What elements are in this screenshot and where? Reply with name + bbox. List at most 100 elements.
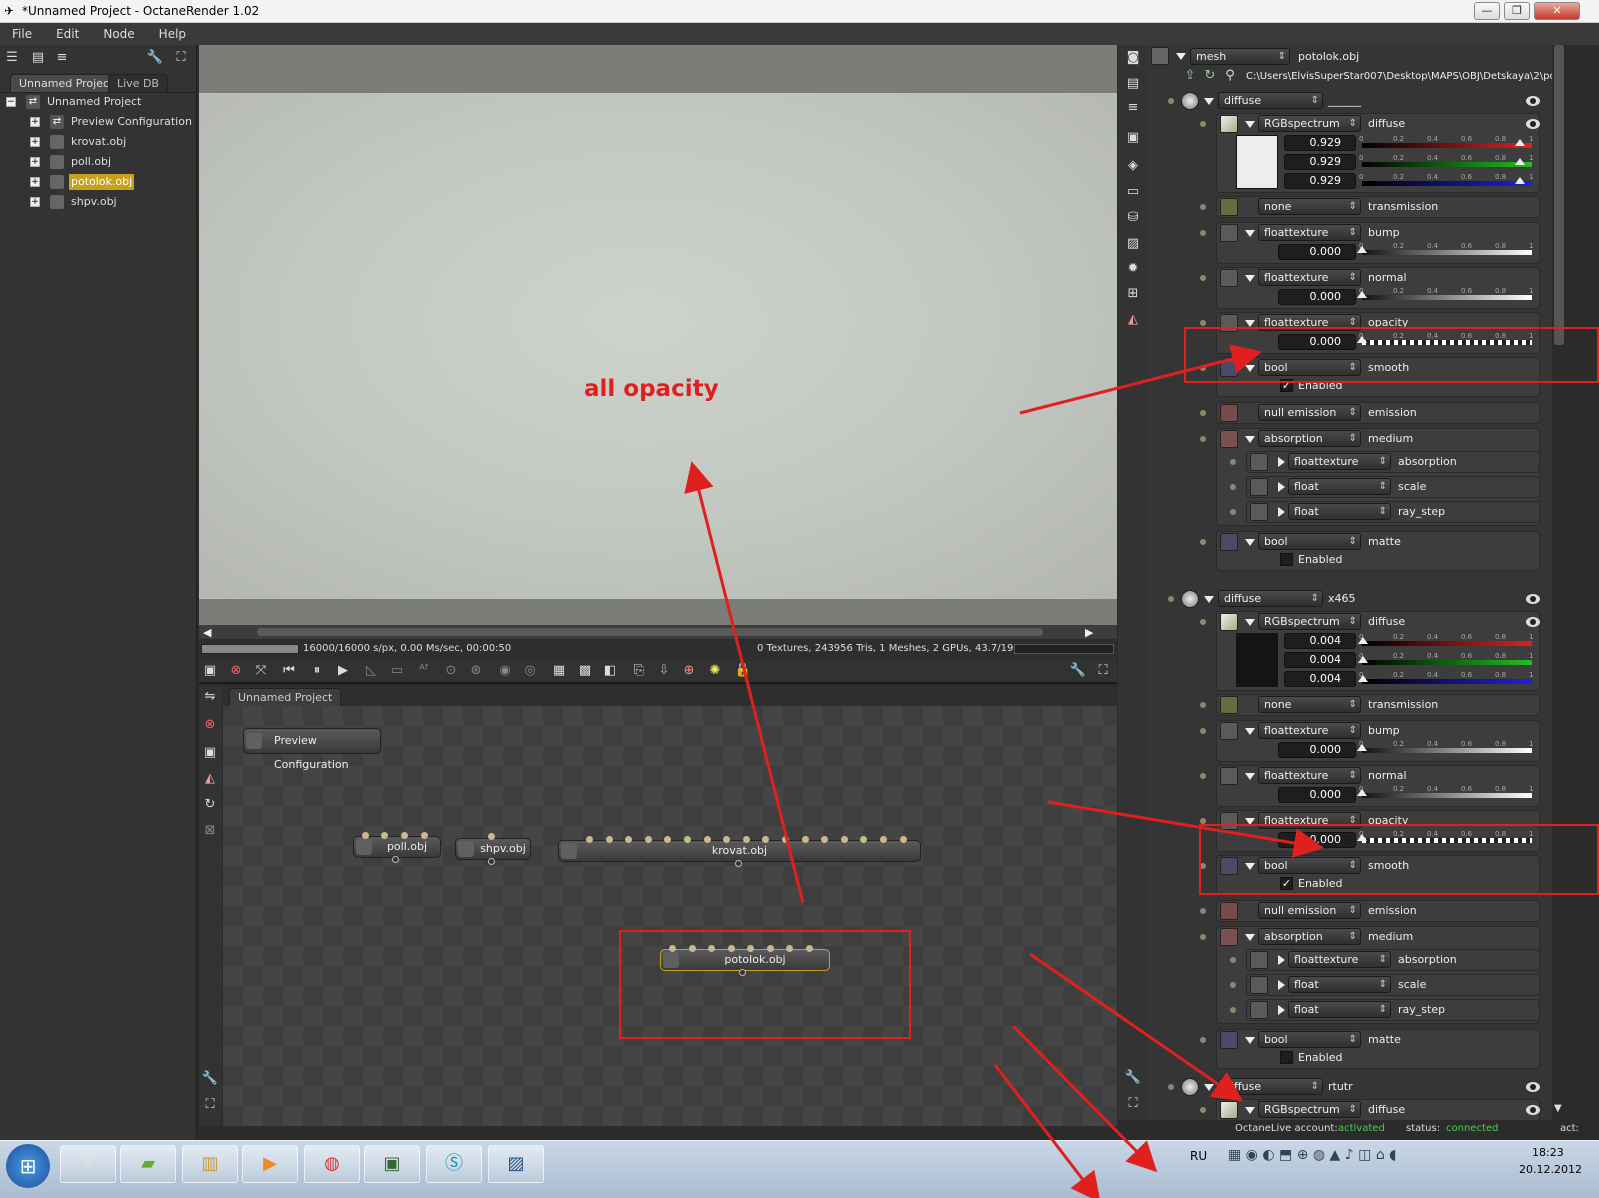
connector-dot[interactable] — [1200, 619, 1206, 625]
node-shpv[interactable]: shpv.obj — [455, 838, 531, 860]
collapse-icon[interactable]: − — [6, 97, 16, 107]
connector-dot[interactable] — [1230, 1007, 1236, 1013]
slider-knob[interactable] — [1357, 637, 1368, 644]
expand-arrow-icon[interactable] — [1278, 457, 1285, 467]
nodes-icon[interactable]: ⊞ — [1124, 285, 1142, 303]
wrench-icon[interactable]: 🔧 — [1124, 1069, 1142, 1087]
connector-dot[interactable] — [1200, 410, 1206, 416]
picture-icon[interactable]: ▨ — [1124, 235, 1142, 253]
taskbar-skype-icon[interactable]: Ⓢ — [426, 1145, 482, 1183]
connector-dot[interactable] — [1230, 509, 1236, 515]
type-select[interactable]: null emission — [1258, 404, 1361, 421]
color-swatch[interactable] — [1236, 135, 1278, 189]
normal-slider[interactable]: 0 0.2 0.4 0.6 0.8 1 — [1357, 785, 1533, 799]
connector-dot[interactable] — [1200, 436, 1206, 442]
expand-arrow-icon[interactable] — [1245, 539, 1255, 546]
visibility-eye-icon[interactable] — [1526, 96, 1540, 106]
expand-arrow-icon[interactable] — [1245, 275, 1255, 282]
node-graph-canvas[interactable]: Preview Configuration poll.obj shpv.obj … — [223, 706, 1117, 1126]
type-select[interactable]: null emission — [1258, 902, 1361, 919]
expand-arrow-icon[interactable] — [1278, 955, 1285, 965]
color-channel-g-input[interactable]: 0.004 — [1284, 652, 1356, 668]
fullscreen-icon[interactable]: ⛶ — [172, 49, 190, 67]
viewport-scrollbar[interactable]: ◀ ▶ — [199, 625, 1117, 639]
visibility-eye-icon[interactable] — [1526, 1082, 1540, 1092]
expand-arrow-icon[interactable] — [1245, 436, 1255, 443]
tray-icons[interactable]: ▦ ◉ ◐ ⬒ ⊕ ◍ ▲ ♪ ◫ ⌂ ◖ — [1228, 1147, 1397, 1163]
taskbar-photo-viewer-icon[interactable]: ▨ — [488, 1145, 544, 1183]
node-input-pin[interactable] — [586, 836, 593, 843]
tab-unnamed-project[interactable]: Unnamed Project — [10, 74, 123, 92]
texture-type-select[interactable]: RGBspectrum — [1258, 1101, 1361, 1118]
graph-mesh-icon[interactable]: ◭ — [201, 770, 219, 788]
connector-dot[interactable] — [1230, 957, 1236, 963]
save-image-icon[interactable]: ⊕ — [680, 662, 698, 680]
expand-arrow-icon[interactable] — [1278, 980, 1285, 990]
collapse-icon[interactable] — [1245, 1107, 1255, 1114]
connector-dot[interactable] — [1230, 484, 1236, 490]
connector-dot[interactable] — [1230, 982, 1236, 988]
connector-dot[interactable] — [1168, 98, 1174, 104]
expand-arrow-icon[interactable] — [1245, 320, 1255, 327]
taskbar-explorer-icon[interactable]: ▥ — [182, 1145, 238, 1183]
stop-render-icon[interactable]: ⊗ — [227, 662, 245, 680]
stack-icon[interactable]: ≡ — [53, 49, 71, 67]
picker-icon[interactable]: ⊙ — [442, 662, 460, 680]
tab-graph-unnamed-project[interactable]: Unnamed Project — [229, 688, 342, 706]
scroll-left-arrow-icon[interactable]: ◀ — [203, 626, 211, 639]
texture-icon[interactable] — [1220, 722, 1238, 740]
normal-value-input[interactable]: 0.000 — [1278, 787, 1356, 803]
render-image[interactable] — [199, 93, 1117, 599]
slider-knob[interactable] — [1357, 291, 1367, 298]
menu-file[interactable]: File — [0, 27, 44, 41]
texture-icon[interactable] — [1220, 430, 1238, 448]
type-select[interactable]: floattexture — [1258, 269, 1361, 286]
collapse-icon[interactable] — [1245, 121, 1255, 128]
tree-item-poll[interactable]: + poll.obj — [0, 152, 197, 172]
camera-icon[interactable]: ▣ — [201, 662, 219, 680]
graph-icon[interactable]: ◈ — [1124, 157, 1142, 175]
expand-arrow-icon[interactable] — [1245, 773, 1255, 780]
node-krovat[interactable]: krovat.obj — [558, 840, 921, 862]
type-select[interactable]: bool — [1258, 1031, 1361, 1048]
region-icon[interactable]: ◉ — [496, 662, 514, 680]
export-icon[interactable]: ⇩ — [655, 662, 673, 680]
visibility-eye-icon[interactable] — [1526, 119, 1540, 129]
slider-knob[interactable] — [1514, 158, 1525, 165]
image-icon[interactable]: ▣ — [1124, 129, 1142, 147]
bump-slider[interactable]: 0 0.2 0.4 0.6 0.8 1 — [1357, 242, 1533, 256]
mesh-icon[interactable]: ◭ — [1124, 311, 1142, 329]
type-select[interactable]: float — [1288, 976, 1391, 993]
node-poll[interactable]: poll.obj — [353, 836, 441, 858]
expand-arrow-icon[interactable] — [1278, 507, 1285, 517]
slider-knob[interactable] — [1357, 656, 1368, 663]
expand-arrow-icon[interactable] — [1245, 934, 1255, 941]
graph-list-icon[interactable]: ⇋ — [201, 688, 219, 706]
connector-dot[interactable] — [1230, 459, 1236, 465]
visibility-eye-icon[interactable] — [1526, 1105, 1540, 1115]
color-channel-g-slider[interactable]: 0 0.2 0.4 0.6 0.8 1 — [1357, 652, 1533, 666]
maximize-button[interactable]: ❐ — [1504, 2, 1530, 20]
texture-icon[interactable] — [1220, 404, 1238, 422]
connector-dot[interactable] — [1200, 728, 1206, 734]
graph-add-icon[interactable]: ▣ — [201, 744, 219, 762]
taskbar-monitor-icon[interactable]: ▣ — [364, 1145, 420, 1183]
rgb-texture-icon[interactable] — [1220, 1101, 1238, 1119]
type-select[interactable]: float — [1288, 1001, 1391, 1018]
fullscreen-icon[interactable]: ⛶ — [1094, 662, 1112, 680]
sun-icon[interactable]: ✹ — [1124, 260, 1142, 278]
rgb-texture-icon[interactable] — [1220, 613, 1238, 631]
menu-help[interactable]: Help — [147, 27, 198, 41]
layers-icon[interactable]: ▤ — [1124, 75, 1142, 93]
scroll-down-arrow-icon[interactable]: ▼ — [1554, 1103, 1562, 1114]
material-type-select[interactable]: diffuse — [1218, 590, 1323, 607]
wrench-icon[interactable]: 🔧 — [201, 1070, 219, 1088]
focus-picker-icon[interactable]: ⊛ — [467, 662, 485, 680]
material-type-select[interactable]: diffuse — [1218, 92, 1323, 109]
camera-icon[interactable]: ◙ — [1124, 49, 1142, 67]
type-select[interactable]: bool — [1258, 533, 1361, 550]
node-input-pin[interactable] — [703, 836, 711, 843]
color-channel-b-slider[interactable]: 0 0.2 0.4 0.6 0.8 1 — [1357, 671, 1533, 685]
language-indicator[interactable]: RU — [1190, 1149, 1207, 1163]
collapse-icon[interactable] — [1204, 1084, 1214, 1091]
